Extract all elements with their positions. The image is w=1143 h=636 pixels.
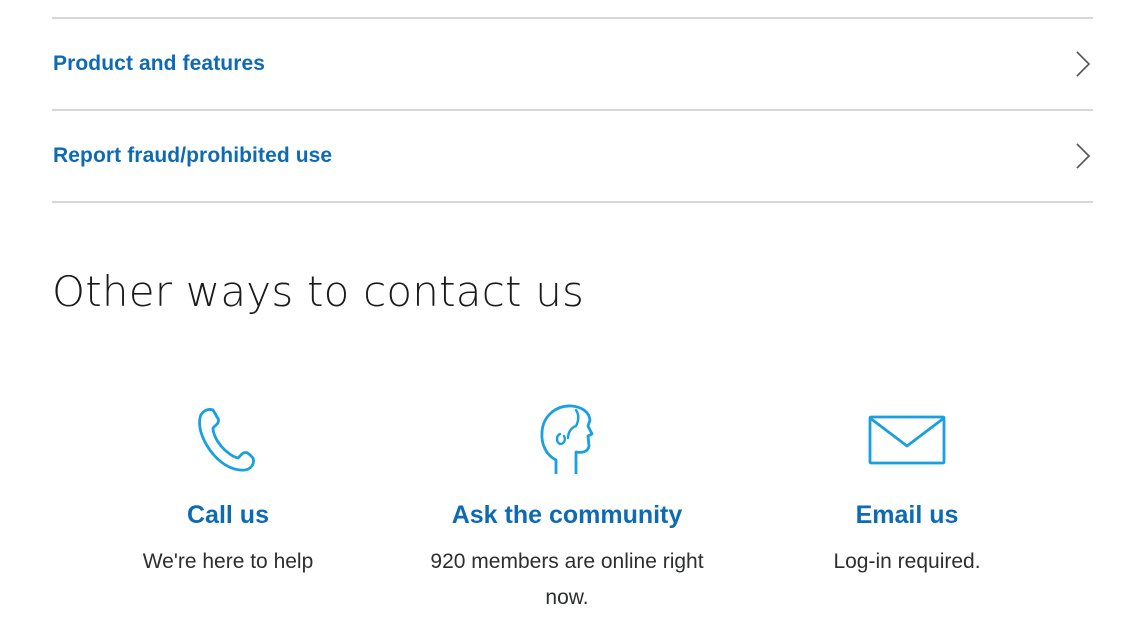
accordion-item-label: Product and features bbox=[53, 52, 266, 75]
ask-community-link[interactable]: Ask the community bbox=[397, 500, 737, 530]
contact-option-call: Call us We're here to help bbox=[58, 400, 398, 580]
divider bbox=[52, 201, 1093, 203]
accordion-item-product-features[interactable]: Product and features bbox=[52, 19, 1093, 109]
email-us-link[interactable]: Email us bbox=[737, 500, 1077, 530]
phone-icon bbox=[198, 408, 255, 472]
section-heading: Other ways to contact us bbox=[52, 267, 585, 316]
email-description: Log-in required. bbox=[833, 550, 981, 573]
envelope-icon bbox=[868, 415, 946, 465]
accordion-item-label: Report fraud/prohibited use bbox=[53, 144, 333, 167]
community-description: 920 members are online right now. bbox=[430, 550, 704, 609]
chevron-right-icon bbox=[1076, 51, 1091, 77]
help-page: Product and features Report fraud/prohib… bbox=[0, 0, 1143, 636]
contact-option-email: Email us Log-in required. bbox=[737, 400, 1077, 580]
community-head-icon bbox=[540, 404, 594, 474]
call-us-description: We're here to help bbox=[142, 550, 314, 573]
chevron-right-icon bbox=[1076, 143, 1091, 169]
call-us-link[interactable]: Call us bbox=[58, 500, 398, 530]
accordion-item-report-fraud[interactable]: Report fraud/prohibited use bbox=[52, 111, 1093, 201]
contact-option-community: Ask the community 920 members are online… bbox=[397, 400, 737, 616]
